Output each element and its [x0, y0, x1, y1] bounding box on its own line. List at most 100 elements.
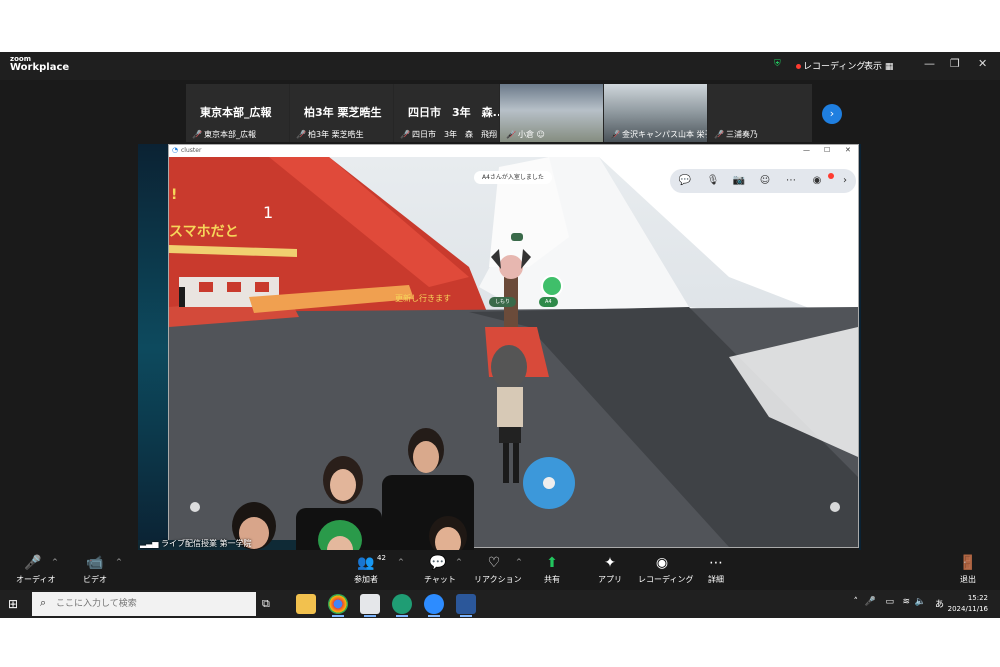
chevron-right-icon[interactable]: › [840, 174, 850, 188]
minimize-icon[interactable]: — [803, 146, 810, 154]
leave-icon: 🚪 [959, 555, 977, 571]
participants-label: 参加者 [354, 575, 378, 584]
chat-button[interactable]: 💬 チャット [424, 554, 456, 585]
chrome-icon[interactable] [328, 594, 348, 617]
participant-video-tile[interactable]: 🎤̸ 小倉 ☺ [500, 84, 603, 142]
apps-label: アプリ [598, 575, 622, 584]
more-icon[interactable]: ⋯ [784, 174, 798, 188]
taskbar-search[interactable]: ⌕ [32, 592, 256, 616]
search-input[interactable] [56, 596, 246, 612]
minimize-icon[interactable]: — [924, 57, 935, 70]
next-page-button[interactable]: › [822, 104, 842, 124]
chat-label: チャット [424, 575, 456, 584]
live-class-text: ライブ配信授業 第一学院 [161, 539, 252, 548]
zoom-app-icon[interactable] [424, 594, 444, 617]
participant-video-tile[interactable]: 🎤̸ 金沢キャンパス山本 栄子 [604, 84, 707, 142]
ime-indicator[interactable]: あ [935, 597, 944, 610]
close-icon[interactable]: ✕ [978, 57, 987, 70]
checker-tile [255, 282, 269, 292]
taskbar-clock[interactable]: 15:22 2024/11/16 [948, 593, 988, 615]
apps-button[interactable]: ✦ アプリ [598, 554, 622, 585]
sign-text: スマホだと [169, 224, 239, 240]
windows-start-icon[interactable]: ⊞ [8, 597, 22, 611]
wifi-icon[interactable]: ≋ [902, 597, 910, 607]
search-icon: ⌕ [40, 596, 47, 609]
participant-name-text: 柏3年 栗芝晧生 [307, 130, 364, 139]
participant-tile[interactable]: 東京本部_広報 🎤̸ 東京本部_広報 [186, 84, 289, 142]
camera-icon[interactable]: 📷 [732, 174, 746, 188]
audio-label: オーディオ [16, 575, 56, 584]
avatar-nameplate: しもり [489, 297, 517, 307]
participant-video [744, 84, 776, 126]
emote-icon[interactable]: ☺ [758, 174, 772, 188]
zoom-logo-bottom: Workplace [10, 62, 70, 73]
mic-icon[interactable]: 🎤 [865, 597, 876, 607]
file-explorer-icon[interactable] [296, 594, 316, 614]
recording-indicator[interactable]: レコーディング [796, 59, 865, 72]
close-icon[interactable]: ✕ [845, 146, 851, 154]
view-label: 表示 [864, 62, 883, 72]
mic-muted-icon: 🎤̸ [506, 130, 516, 139]
app-icon[interactable] [360, 594, 380, 617]
mic-muted-icon: 🎤̸ [400, 130, 410, 139]
avatar-profile-icon[interactable] [541, 275, 563, 297]
participant-name: 🎤̸ 小倉 ☺ [506, 129, 545, 140]
view-button[interactable]: 表示 ▦ [864, 59, 893, 72]
task-view-icon[interactable]: ⧉ [262, 597, 270, 611]
record-icon[interactable]: ◉ [810, 174, 824, 188]
record-button[interactable]: ◉ レコーディング [638, 554, 693, 585]
avatar-label-icon [511, 233, 523, 241]
recording-label: レコーディング [803, 62, 866, 72]
record-icon: ◉ [655, 555, 669, 571]
mic-muted-icon: 🎤 [24, 555, 42, 571]
more-button[interactable]: ⋯ 詳細 [704, 554, 728, 585]
participant-name-text: 小倉 ☺ [517, 130, 545, 139]
heart-icon: ♡ [487, 555, 501, 571]
participant-name-text: 東京本部_広報 [203, 130, 256, 139]
battery-icon[interactable]: ▭ [885, 597, 894, 607]
participant-name: 🎤̸ 柏3年 栗芝晧生 [296, 129, 364, 140]
chat-options-caret[interactable]: ^ [456, 558, 462, 566]
zoom-title-bar: zoom Workplace ⛨ レコーディング 表示 ▦ — ❐ ✕ [0, 52, 1000, 80]
chat-icon: 💬 [429, 555, 447, 571]
chat-icon[interactable]: 💬 [678, 174, 692, 188]
mic-off-icon[interactable]: 🎙 [706, 174, 720, 188]
participants-button[interactable]: 👥 参加者 [352, 554, 380, 585]
audio-button[interactable]: 🎤 オーディオ [16, 554, 56, 585]
participant-video-tile[interactable]: 🎤̸ 三浦奏乃 [708, 84, 812, 142]
app-icon[interactable] [392, 594, 412, 617]
participants-options-caret[interactable]: ^ [398, 558, 404, 566]
shield-check-icon[interactable]: ⛨ [774, 59, 781, 69]
reaction-options-caret[interactable]: ^ [516, 558, 522, 566]
participant-name: 🎤̸ 金沢キャンパス山本 栄子 [610, 129, 707, 140]
mic-muted-icon: 🎤̸ [610, 130, 620, 139]
windows-taskbar: ⊞ ⌕ ⧉ ˄ 🎤 ▭ ≋ 🔈 あ 15:22 2024/11/16 [0, 590, 1000, 618]
reaction-button[interactable]: ♡ リアクション [474, 554, 522, 585]
sign-text: 更新し行きます [395, 294, 451, 303]
participant-tile[interactable]: 四日市 3年 森... 🎤̸ 四日市 3年 森 飛翔 [394, 84, 499, 142]
video-button[interactable]: 📹 ビデオ [82, 554, 108, 585]
tray-chevron-icon[interactable]: ˄ [854, 597, 859, 607]
apps-icon: ✦ [604, 555, 616, 571]
maximize-icon[interactable]: ☐ [824, 146, 830, 154]
participant-tile[interactable]: 柏3年 栗芝晧生 🎤̸ 柏3年 栗芝晧生 [290, 84, 393, 142]
participant-name-text: 金沢キャンパス山本 栄子 [621, 130, 707, 139]
background-glow [859, 144, 861, 550]
video-options-caret[interactable]: ^ [116, 558, 122, 566]
share-button[interactable]: ⬆ 共有 [540, 554, 564, 585]
reaction-label: リアクション [474, 575, 522, 584]
participants-count: 42 [377, 554, 386, 562]
clock-time: 15:22 [967, 594, 988, 602]
mic-muted-icon: 🎤̸ [714, 130, 724, 139]
leave-button[interactable]: 🚪 退出 [956, 554, 980, 585]
share-screen-icon: ⬆ [546, 555, 558, 571]
leave-label: 退出 [960, 575, 976, 584]
word-icon[interactable] [456, 594, 476, 617]
checker-tile [199, 282, 213, 292]
participant-name: 🎤̸ 四日市 3年 森 飛翔 [400, 129, 497, 140]
restore-icon[interactable]: ❐ [950, 57, 960, 70]
right-control [830, 502, 840, 512]
audio-options-caret[interactable]: ^ [52, 558, 58, 566]
volume-icon[interactable]: 🔈 [915, 597, 926, 607]
cluster-toolbar: 💬 🎙 📷 ☺ ⋯ ◉ › [670, 169, 856, 193]
